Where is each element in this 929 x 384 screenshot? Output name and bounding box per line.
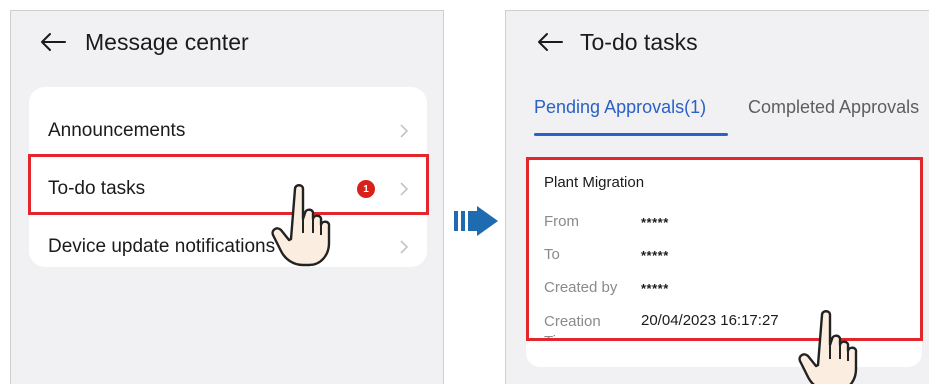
menu-item-device-update-notifications[interactable]: Device update notifications — [29, 218, 427, 276]
menu-item-announcements[interactable]: Announcements — [29, 102, 427, 160]
tab-completed-approvals[interactable]: Completed Approvals — [748, 97, 919, 118]
chevron-right-icon — [400, 240, 409, 254]
menu-item-label: Announcements — [48, 120, 186, 141]
chevron-right-icon — [400, 124, 409, 138]
active-tab-indicator — [534, 133, 728, 136]
pointing-hand-icon — [798, 310, 858, 384]
header: Message center — [39, 27, 249, 57]
back-arrow-icon[interactable] — [39, 30, 67, 54]
flow-arrow-icon — [454, 206, 498, 236]
todo-tasks-screen: To-do tasks Pending Approvals(1) Complet… — [505, 10, 929, 384]
page-title: To-do tasks — [580, 28, 698, 55]
highlight-box — [28, 154, 429, 215]
back-arrow-icon[interactable] — [536, 30, 564, 54]
header: To-do tasks — [536, 27, 698, 57]
menu-item-label: Device update notifications — [48, 236, 276, 257]
page-title: Message center — [85, 28, 249, 55]
tab-pending-approvals[interactable]: Pending Approvals(1) — [534, 97, 706, 118]
message-center-screen: Message center Announcements To-do tasks… — [10, 10, 444, 384]
pointing-hand-icon — [271, 184, 331, 267]
